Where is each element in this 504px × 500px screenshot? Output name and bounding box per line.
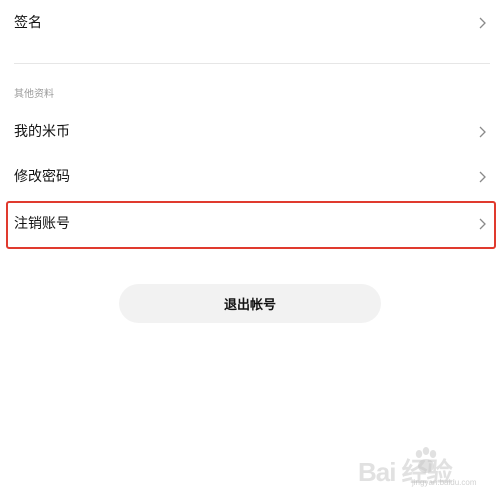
baidu-jingyan-watermark: Bai 经验 jingyan.baidu.com xyxy=(358,442,500,496)
chevron-right-icon xyxy=(479,171,486,183)
delete-account-row[interactable]: 注销账号 xyxy=(0,202,504,246)
divider xyxy=(14,63,490,64)
delete-account-label: 注销账号 xyxy=(14,216,70,232)
signature-label: 签名 xyxy=(14,15,42,31)
paw-icon xyxy=(412,446,440,476)
signature-row[interactable]: 签名 xyxy=(0,1,504,45)
change-password-row[interactable]: 修改密码 xyxy=(0,155,504,199)
chevron-right-icon xyxy=(479,218,486,230)
mi-coins-row[interactable]: 我的米币 xyxy=(0,110,504,154)
mi-coins-label: 我的米币 xyxy=(14,124,70,140)
watermark-brand: Bai 经验 xyxy=(358,457,453,487)
logout-button[interactable]: 退出帐号 xyxy=(119,284,381,323)
chevron-right-icon xyxy=(479,126,486,138)
change-password-label: 修改密码 xyxy=(14,169,70,185)
watermark-site: jingyan.baidu.com xyxy=(412,478,477,487)
chevron-right-icon xyxy=(479,17,486,29)
section-label-other-info: 其他资料 xyxy=(14,89,54,100)
